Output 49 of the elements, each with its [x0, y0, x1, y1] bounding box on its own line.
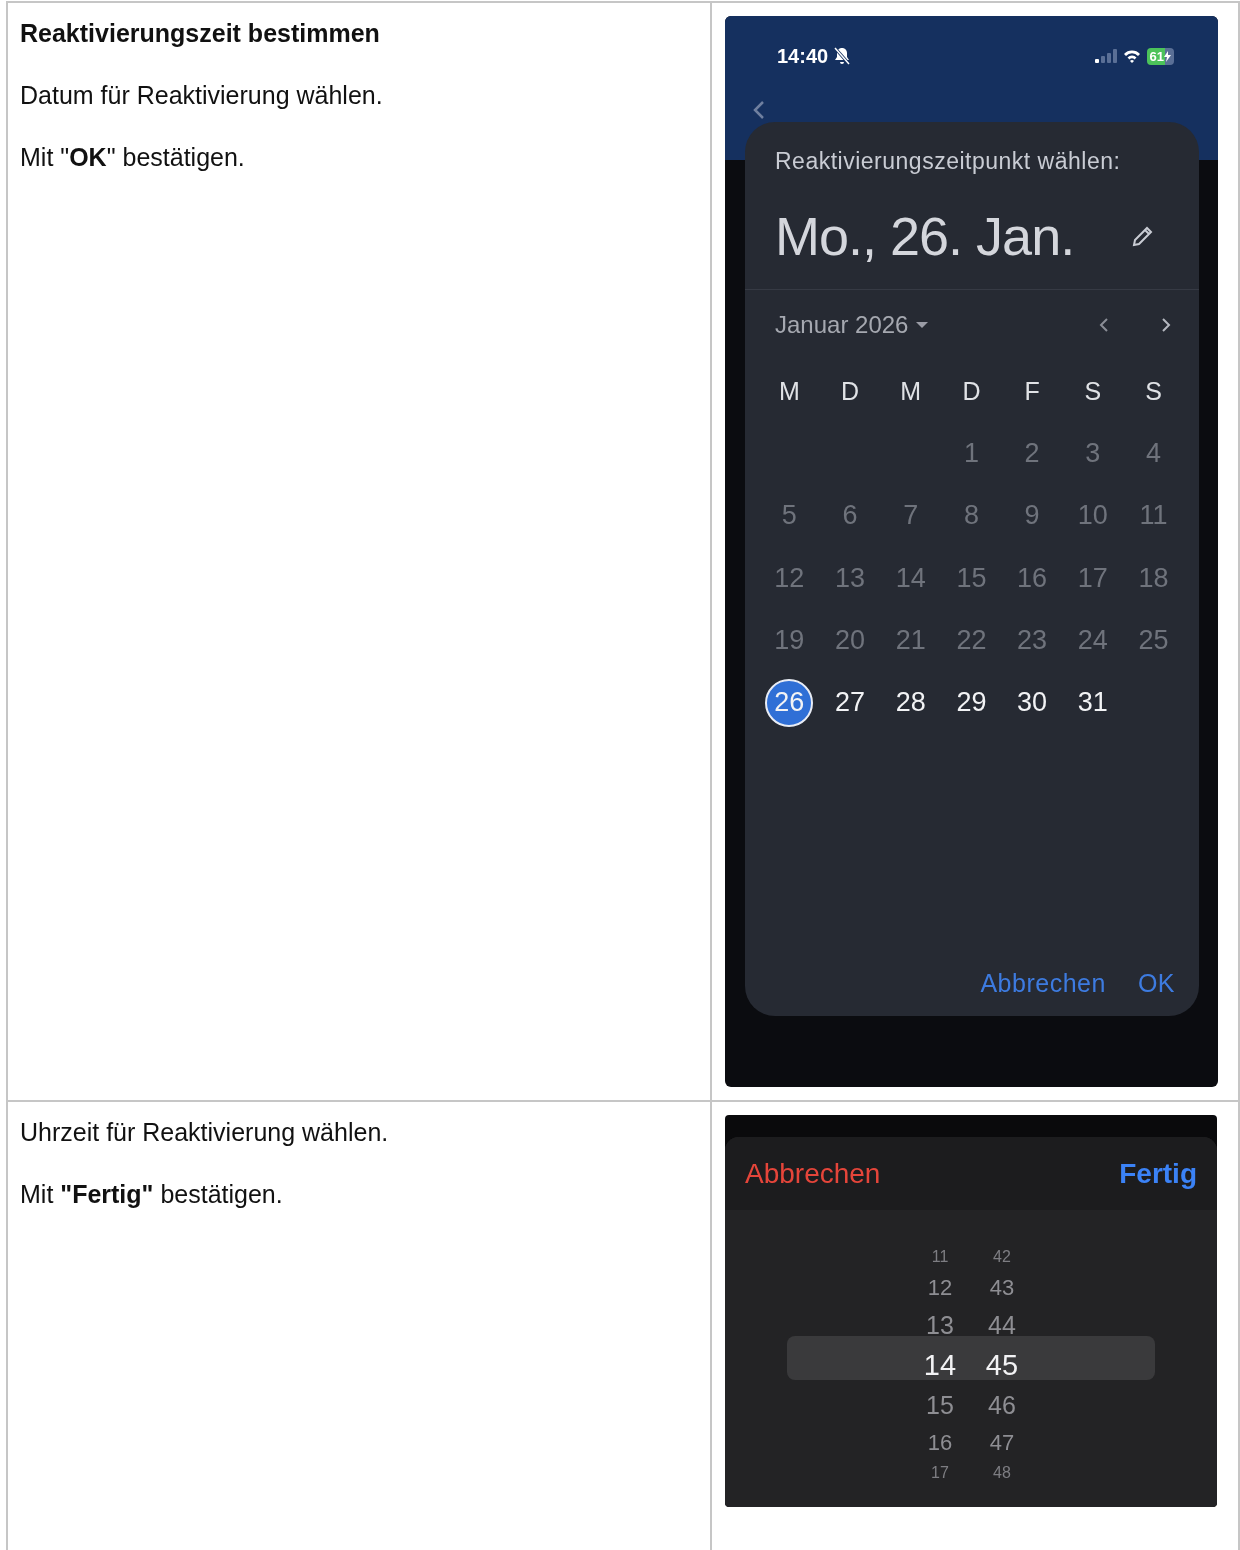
bell-muted-icon	[834, 47, 851, 65]
status-time: 14:40	[777, 44, 829, 68]
hour-option[interactable]: 17	[931, 1464, 949, 1482]
calendar-day[interactable]: 30	[1008, 678, 1057, 727]
dropdown-caret-icon[interactable]	[916, 321, 929, 329]
battery-indicator: 61	[1146, 47, 1174, 65]
back-chevron-icon[interactable]	[753, 100, 765, 120]
hour-option[interactable]: 11	[931, 1248, 949, 1266]
wifi-icon	[1122, 49, 1141, 63]
minute-option[interactable]: 45	[985, 1348, 1019, 1382]
month-dropdown[interactable]: Januar 2026	[775, 311, 909, 339]
calendar-day[interactable]: 31	[1068, 678, 1117, 727]
minute-option[interactable]: 42	[993, 1248, 1011, 1266]
weekday-label: D	[841, 376, 860, 406]
hour-option[interactable]: 15	[926, 1390, 954, 1420]
previous-month-icon[interactable]	[1099, 317, 1109, 333]
minute-option[interactable]: 46	[988, 1390, 1016, 1420]
step-heading: Reaktivierungszeit bestimmen	[20, 18, 381, 49]
next-month-icon[interactable]	[1161, 317, 1171, 333]
minute-option[interactable]: 43	[989, 1274, 1015, 1301]
minute-option[interactable]: 44	[988, 1310, 1016, 1340]
done-button[interactable]: Fertig	[1113, 1153, 1203, 1194]
weekday-label: S	[1084, 376, 1102, 406]
selected-date: Mo., 26. Jan.	[775, 205, 1075, 267]
minute-option[interactable]: 48	[993, 1464, 1011, 1482]
weekday-label: D	[962, 376, 981, 406]
dialog-button[interactable]: OK	[1131, 965, 1181, 1002]
calendar-day[interactable]: 27	[826, 678, 875, 727]
dialog-button[interactable]: Abbrechen	[974, 965, 1112, 1002]
minute-option[interactable]: 47	[989, 1429, 1015, 1456]
hour-option[interactable]: 12	[927, 1274, 953, 1301]
instruction-text: Mit "OK" bestätigen.	[20, 142, 246, 173]
hour-option[interactable]: 14	[923, 1348, 957, 1382]
calendar-day[interactable]: 26	[765, 678, 814, 727]
calendar-day[interactable]: 29	[947, 678, 996, 727]
instruction-text: Datum für Reaktivierung wählen.	[20, 80, 384, 111]
weekday-label: F	[1024, 376, 1040, 406]
calendar-day[interactable]: 28	[886, 678, 935, 727]
pencil-icon[interactable]	[1131, 224, 1155, 248]
instruction-text: Mit "Fertig" bestätigen.	[20, 1179, 284, 1210]
weekday-label: M	[778, 376, 800, 406]
weekday-label: S	[1145, 376, 1162, 406]
hour-option[interactable]: 13	[926, 1310, 954, 1340]
signal-icon	[1094, 49, 1117, 63]
instruction-text: Uhrzeit für Reaktivierung wählen.	[20, 1117, 390, 1148]
dialog-title: Reaktivierungszeitpunkt wählen:	[775, 148, 1121, 175]
cancel-button[interactable]: Abbrechen	[739, 1153, 887, 1194]
hour-option[interactable]: 16	[927, 1429, 953, 1456]
weekday-label: M	[900, 376, 922, 406]
